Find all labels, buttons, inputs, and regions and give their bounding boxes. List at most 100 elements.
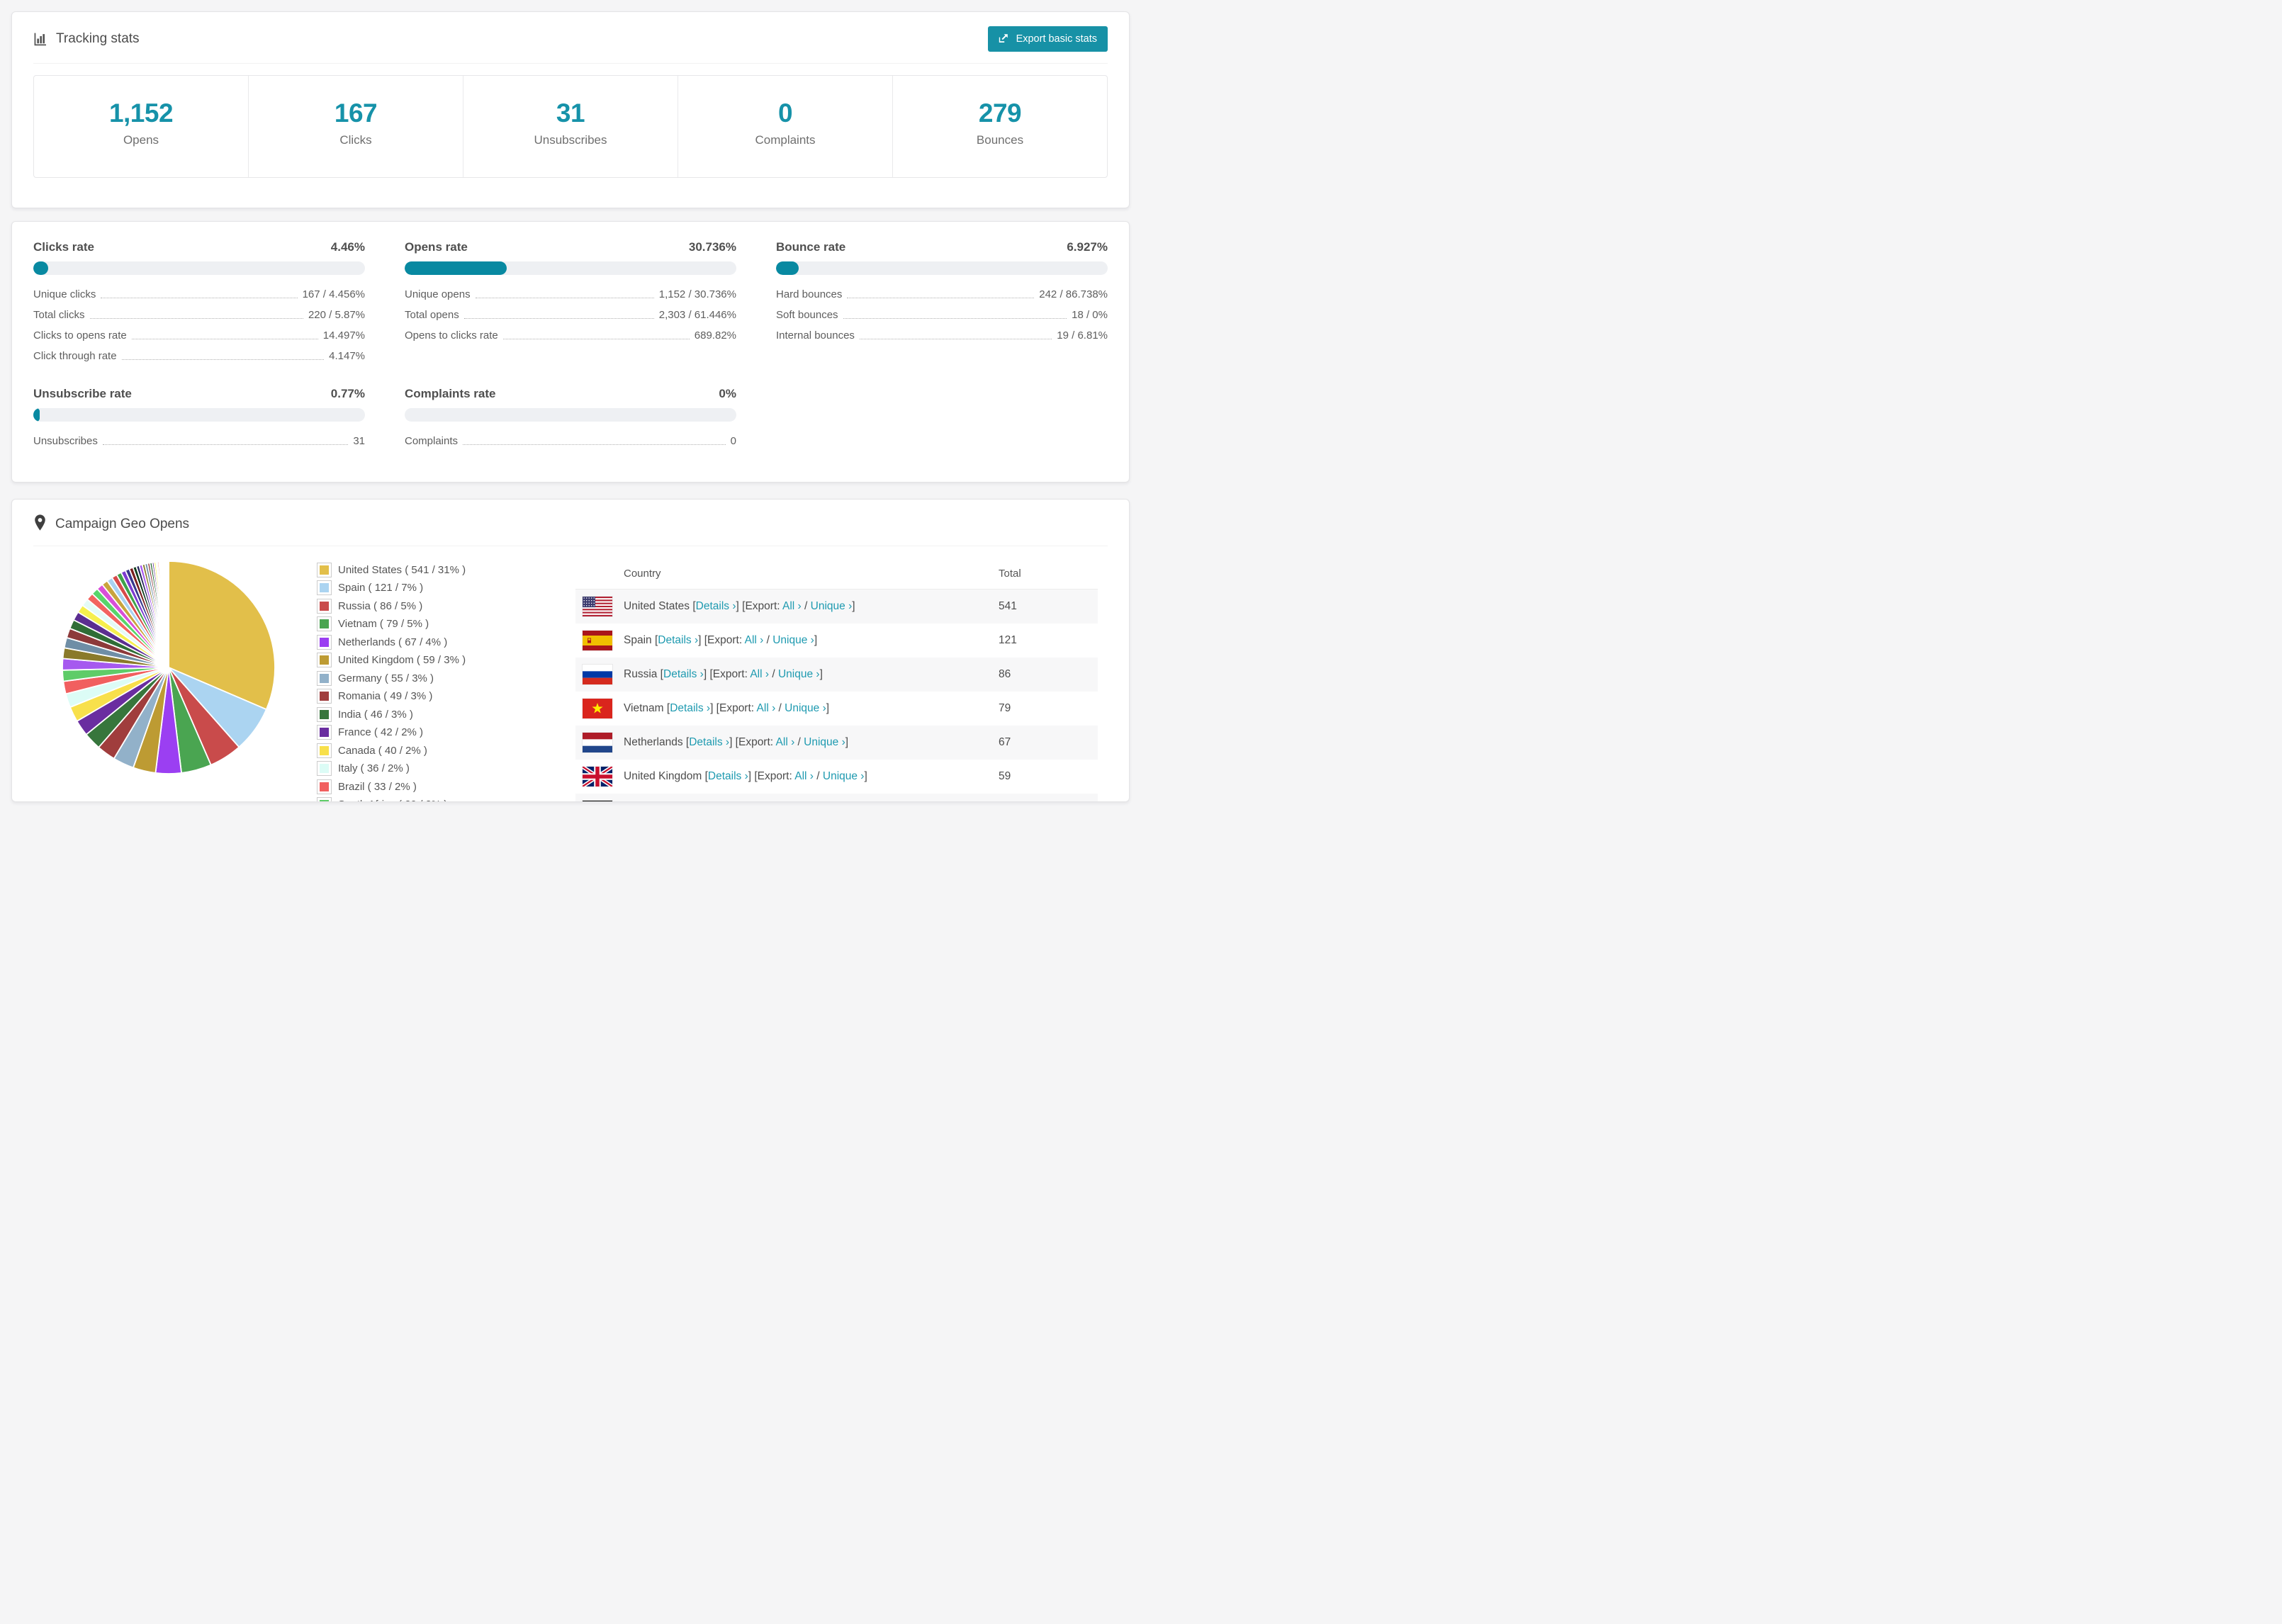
details-link[interactable]: Details › (663, 668, 704, 680)
details-link[interactable]: Details › (696, 600, 736, 612)
dotted-leader (843, 317, 1067, 319)
nl-flag-icon (583, 732, 612, 752)
country-cell: Spain [Details ›] [Export: All › / Uniqu… (624, 633, 818, 646)
rate-title: Complaints rate (405, 386, 496, 400)
rate-row: Total opens 2,303 / 61.446% (405, 308, 736, 322)
legend-label: Netherlands ( 67 / 4% ) (338, 636, 448, 648)
legend-item[interactable]: Canada ( 40 / 2% ) (317, 743, 488, 758)
export-all-link[interactable]: All › (782, 600, 802, 612)
legend-item[interactable]: Germany ( 55 / 3% ) (317, 670, 488, 686)
legend-label: Italy ( 36 / 2% ) (338, 762, 410, 775)
rate-row-value: 167 / 4.456% (302, 288, 365, 300)
progress-bar-fill (776, 261, 799, 275)
legend-item[interactable]: United Kingdom ( 59 / 3% ) (317, 653, 488, 668)
rate-row-value: 242 / 86.738% (1039, 288, 1108, 300)
legend-label: Spain ( 121 / 7% ) (338, 582, 424, 594)
legend-item[interactable]: Russia ( 86 / 5% ) (317, 598, 488, 614)
export-all-link[interactable]: All › (745, 634, 764, 646)
rate-block-complaints-rate: Complaints rate 0% Complaints 0 (405, 387, 736, 448)
stat-label: Unsubscribes (534, 132, 607, 147)
pie-slice[interactable] (167, 560, 169, 668)
ru-flag-icon (583, 664, 612, 684)
export-button-label: Export basic stats (1016, 33, 1097, 45)
rate-row-label: Unsubscribes (33, 434, 98, 447)
legend-swatch (317, 797, 332, 801)
geo-pie-chart (33, 559, 277, 779)
us-flag-icon (583, 596, 612, 616)
export-all-link[interactable]: All › (794, 770, 814, 782)
rate-row-label: Complaints (405, 434, 459, 447)
geo-table-row: United States [Details ›] [Export: All ›… (575, 589, 1098, 624)
legend-item[interactable]: United States ( 541 / 31% ) (317, 562, 488, 577)
progress-bar (776, 261, 1108, 275)
export-unique-link[interactable]: Unique › (785, 702, 826, 714)
details-link[interactable]: Details › (689, 736, 729, 748)
rate-block-bounce-rate: Bounce rate 6.927% Hard bounces 242 / 86.73… (776, 240, 1108, 363)
legend-item[interactable]: Romania ( 49 / 3% ) (317, 689, 488, 704)
tracking-stats-header: Tracking stats Export basic stats (33, 26, 1108, 64)
legend-label: Russia ( 86 / 5% ) (338, 599, 423, 612)
rate-row-label: Hard bounces (776, 288, 843, 300)
legend-item[interactable]: Vietnam ( 79 / 5% ) (317, 616, 488, 632)
rate-value: 0.77% (330, 386, 365, 400)
country-cell: Vietnam [Details ›] [Export: All › / Uni… (624, 701, 830, 714)
export-all-link[interactable]: All › (776, 736, 795, 748)
legend-swatch (317, 616, 332, 632)
rate-row-label: Unique clicks (33, 288, 96, 300)
rate-title: Bounce rate (776, 239, 846, 254)
rate-block-clicks-rate: Clicks rate 4.46% Unique clicks 167 / 4.456… (33, 240, 365, 363)
geo-table-row: Netherlands [Details ›] [Export: All › /… (575, 725, 1098, 760)
export-all-link[interactable]: All › (750, 668, 769, 680)
rate-row-label: Soft bounces (776, 308, 838, 321)
legend-label: Romania ( 49 / 3% ) (338, 690, 433, 703)
legend-item[interactable]: Netherlands ( 67 / 4% ) (317, 634, 488, 650)
details-link[interactable]: Details › (708, 770, 748, 782)
export-unique-link[interactable]: Unique › (823, 770, 865, 782)
legend-swatch (317, 743, 332, 758)
geo-title: Campaign Geo Opens (55, 517, 190, 532)
details-link[interactable]: Details › (670, 702, 710, 714)
geo-legend: United States ( 541 / 31% ) Spain ( 121 /… (317, 562, 488, 801)
rate-row: Total clicks 220 / 5.87% (33, 308, 365, 322)
progress-bar (33, 261, 365, 275)
legend-label: United Kingdom ( 59 / 3% ) (338, 654, 466, 667)
total-cell: 541 (999, 599, 1017, 612)
tracking-stats-card: Tracking stats Export basic stats 1,152 O… (11, 11, 1130, 208)
rate-row: Click through rate 4.147% (33, 349, 365, 363)
export-all-link[interactable]: All › (757, 702, 776, 714)
legend-swatch (317, 634, 332, 650)
details-link[interactable]: Details › (658, 634, 698, 646)
stat-label: Opens (123, 132, 159, 147)
export-unique-link[interactable]: Unique › (778, 668, 820, 680)
rate-block-opens-rate: Opens rate 30.736% Unique opens 1,152 / 30.… (405, 240, 736, 363)
legend-item[interactable]: India ( 46 / 3% ) (317, 706, 488, 722)
export-unique-link[interactable]: Unique › (772, 634, 814, 646)
legend-item[interactable]: Brazil ( 33 / 2% ) (317, 779, 488, 794)
rate-row-value: 31 (353, 434, 365, 447)
export-unique-link[interactable]: Unique › (804, 736, 845, 748)
rate-row-label: Click through rate (33, 349, 117, 362)
stat-cell-unsubscribes: 31 Unsubscribes (463, 76, 678, 177)
export-unique-link[interactable]: Unique › (811, 600, 853, 612)
rate-block-unsubscribe-rate: Unsubscribe rate 0.77% Unsubscribes 31 (33, 387, 365, 448)
legend-item[interactable]: Italy ( 36 / 2% ) (317, 761, 488, 777)
rate-value: 4.46% (330, 239, 365, 254)
legend-label: Germany ( 55 / 3% ) (338, 672, 434, 684)
geo-table-header: Country Total (575, 559, 1098, 590)
legend-item[interactable]: Spain ( 121 / 7% ) (317, 580, 488, 596)
legend-swatch (317, 562, 332, 577)
rate-value: 30.736% (688, 239, 736, 254)
rate-row-value: 0 (730, 434, 736, 447)
legend-item[interactable]: South Africa ( 29 / 2% ) (317, 797, 488, 801)
rate-row-value: 14.497% (322, 329, 365, 342)
rate-row: Hard bounces 242 / 86.738% (776, 288, 1108, 301)
geo-table-rows: United States [Details ›] [Export: All ›… (575, 589, 1098, 801)
rates-card: Clicks rate 4.46% Unique clicks 167 / 4.456… (11, 220, 1130, 483)
export-basic-stats-button[interactable]: Export basic stats (987, 26, 1108, 52)
progress-bar-fill (33, 407, 40, 422)
rate-row-value: 2,303 / 61.446% (658, 308, 736, 321)
stat-value: 167 (334, 98, 378, 128)
legend-item[interactable]: France ( 42 / 2% ) (317, 725, 488, 740)
rate-title: Opens rate (405, 239, 468, 254)
legend-label: France ( 42 / 2% ) (338, 726, 424, 739)
